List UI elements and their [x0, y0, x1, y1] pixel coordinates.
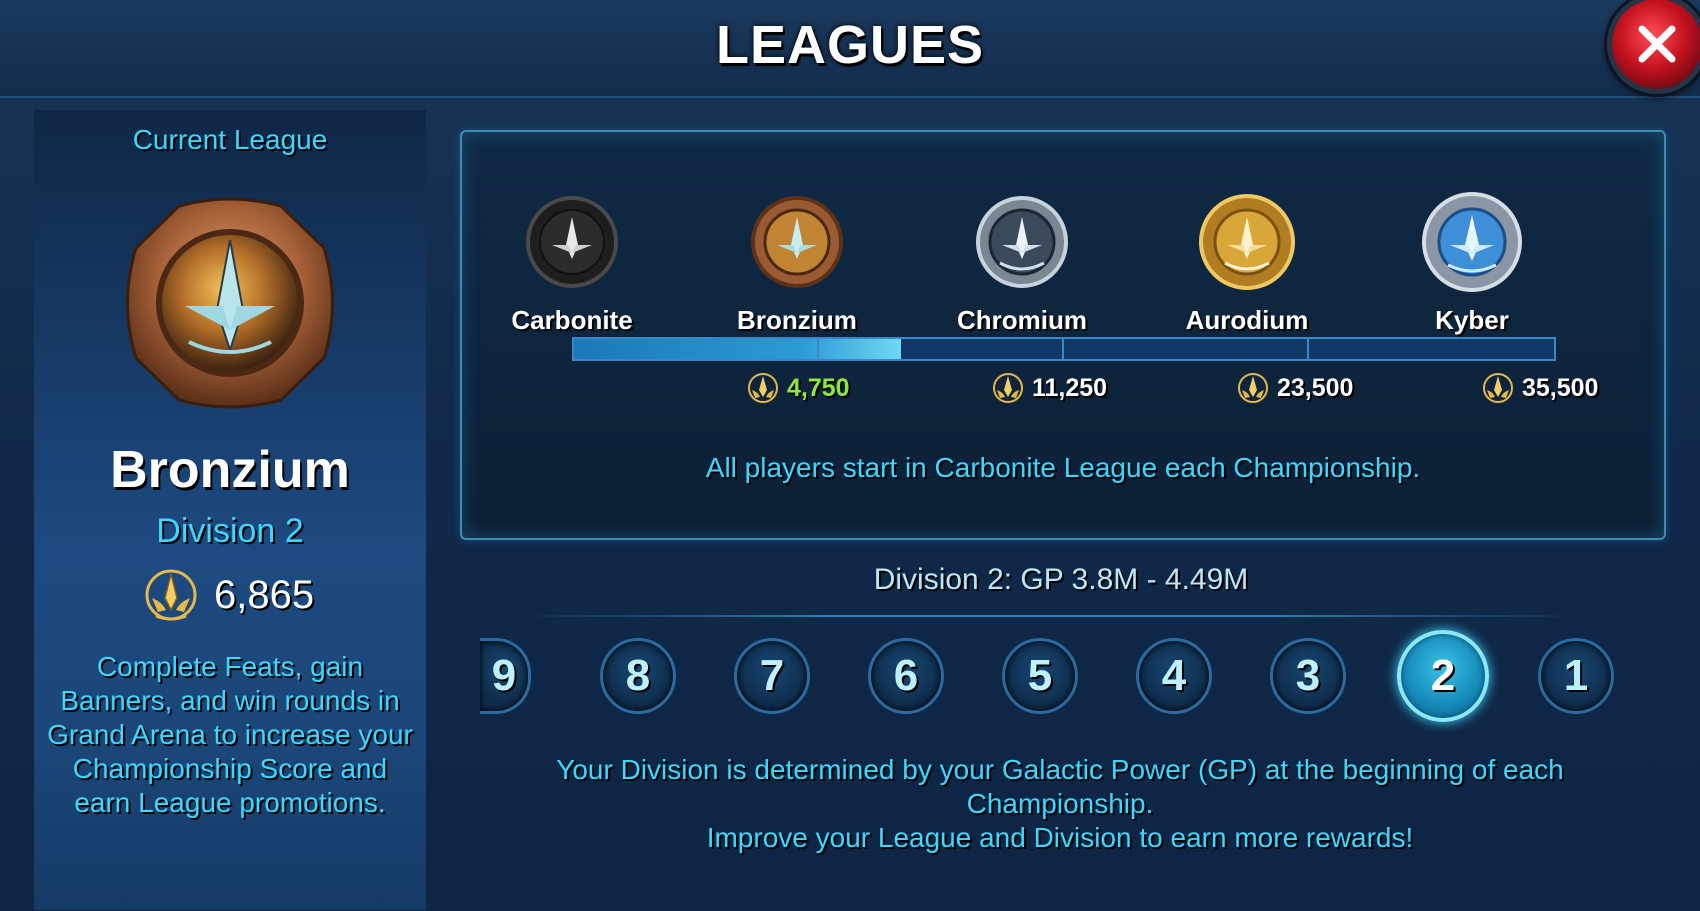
threshold-kyber: 35,500	[1482, 372, 1598, 404]
threshold-value: 11,250	[1032, 373, 1108, 402]
league-aurodium[interactable]: Aurodium	[1167, 187, 1327, 335]
league-label: Carbonite	[511, 305, 633, 335]
league-label: Chromium	[957, 305, 1087, 335]
current-league-name: Bronzium	[110, 441, 350, 499]
league-label: Aurodium	[1185, 305, 1309, 335]
progress-tick	[1307, 339, 1309, 359]
description-line: Banners, and win rounds in	[60, 685, 400, 716]
description-line: Grand Arena to increase your	[47, 719, 413, 750]
threshold-chromium: 11,250	[992, 372, 1107, 404]
championship-score-icon	[748, 373, 778, 403]
kyber-medal-icon	[1422, 192, 1522, 292]
title-bar: LEAGUES	[0, 0, 1700, 98]
league-chromium[interactable]: Chromium	[942, 187, 1102, 335]
division-button-7[interactable]: 7	[734, 638, 810, 714]
threshold-bronzium: 4,750	[747, 372, 850, 404]
description-line: earn League promotions.	[74, 787, 386, 818]
carbonite-medal-icon	[526, 196, 618, 288]
threshold-value: 4,750	[787, 373, 850, 402]
league-label: Kyber	[1435, 305, 1509, 335]
chromium-medal-icon	[976, 196, 1068, 288]
page-title: LEAGUES	[715, 15, 985, 75]
description-line: Championship Score and	[72, 753, 388, 784]
division-info-text: Your Division is determined by your Gala…	[480, 753, 1640, 855]
threshold-value: 23,500	[1277, 373, 1354, 402]
division-button-1[interactable]: 1	[1538, 638, 1614, 714]
division-button-8[interactable]: 8	[600, 638, 676, 714]
division-button-9[interactable]: 9	[480, 638, 531, 714]
bronzium-medal-icon	[751, 196, 843, 288]
threshold-value: 35,500	[1522, 373, 1599, 402]
league-kyber[interactable]: Kyber	[1392, 187, 1552, 335]
division-button-3[interactable]: 3	[1270, 638, 1346, 714]
league-progress-bar	[572, 337, 1556, 361]
threshold-aurodium: 23,500	[1237, 372, 1353, 404]
league-progression-box: Carbonite Bronzium Chromium Aurodium Kyb…	[460, 130, 1666, 540]
info-line: Improve your League and Division to earn…	[706, 822, 1414, 853]
aurodium-medal-icon	[1199, 194, 1295, 290]
championship-score-icon	[145, 569, 197, 621]
progress-tick	[817, 339, 819, 359]
current-league-label: Current League	[132, 124, 328, 155]
division-button-4[interactable]: 4	[1136, 638, 1212, 714]
leagues-panel: LEAGUES Current League Bronzium Division…	[0, 0, 1700, 911]
score-value: 6,865	[214, 572, 315, 617]
description-line: Complete Feats, gain	[96, 651, 364, 682]
league-progress-fill	[574, 339, 902, 359]
current-division: Division 2	[156, 512, 304, 550]
info-line: Your Division is determined by your Gala…	[556, 754, 1564, 785]
championship-score-icon	[1238, 373, 1268, 403]
current-league-description: Complete Feats, gain Banners, and win ro…	[44, 650, 416, 820]
league-label: Bronzium	[737, 305, 857, 335]
league-carbonite[interactable]: Carbonite	[492, 187, 652, 335]
championship-score-icon	[1483, 373, 1513, 403]
divider	[520, 615, 1580, 617]
league-bronzium[interactable]: Bronzium	[717, 187, 877, 335]
leagues-note: All players start in Carbonite League ea…	[705, 452, 1421, 483]
division-button-5[interactable]: 5	[1002, 638, 1078, 714]
info-line: Championship.	[966, 788, 1154, 819]
close-icon	[1638, 25, 1676, 63]
championship-score: 6,865	[144, 568, 314, 622]
division-gp-range: Division 2: GP 3.8M - 4.49M	[873, 563, 1249, 596]
division-button-2-selected[interactable]: 2	[1397, 630, 1489, 722]
championship-score-icon	[993, 373, 1023, 403]
progress-tick	[1062, 339, 1064, 359]
division-button-6[interactable]: 6	[868, 638, 944, 714]
current-league-panel: Current League Bronzium Division 2 6,865…	[34, 110, 426, 910]
bronzium-medal-icon	[126, 197, 334, 409]
